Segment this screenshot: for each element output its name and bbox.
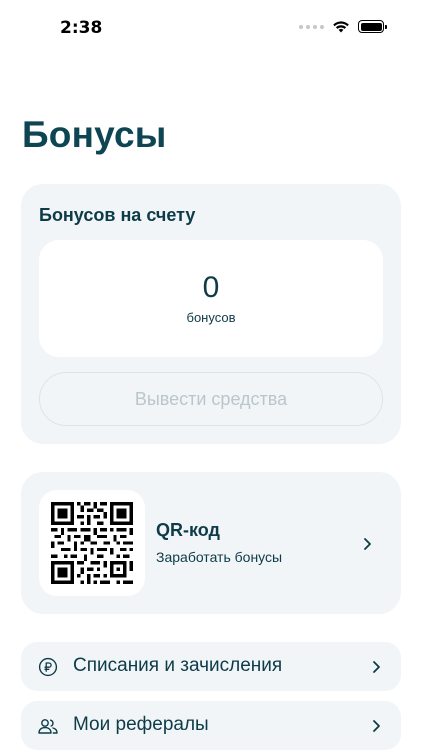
- qr-thumbnail: [39, 490, 145, 596]
- page-title: Бонусы: [22, 114, 167, 155]
- bonus-balance-box: 0 бонусов: [39, 240, 383, 357]
- menu-item-label: Списания и зачисления: [73, 655, 283, 676]
- bonus-balance-card: Бонусов на счету 0 бонусов Вывести средс…: [21, 184, 401, 444]
- menu-item-referrals[interactable]: Мои рефералы: [21, 701, 401, 750]
- qr-code-icon: [51, 502, 133, 584]
- menu-item-label: Мои рефералы: [73, 714, 209, 735]
- ruble-coin-icon: [37, 656, 59, 678]
- qr-code-card[interactable]: QR-код Заработать бонусы: [21, 472, 401, 614]
- bonuses-screen: 2:38 Бонусы Бонусов на счету 0 бонусов В…: [0, 0, 422, 750]
- status-indicators: [299, 20, 387, 33]
- bonus-unit: бонусов: [186, 309, 236, 325]
- wifi-icon: [333, 21, 349, 33]
- withdraw-button[interactable]: Вывести средства: [39, 372, 383, 426]
- qr-card-title: QR-код: [156, 520, 220, 540]
- qr-card-subtitle: Заработать бонусы: [156, 549, 283, 565]
- status-bar: 2:38: [0, 0, 422, 56]
- cellular-signal-icon: [299, 24, 324, 29]
- status-time: 2:38: [60, 18, 103, 38]
- bonus-card-title: Бонусов на счету: [39, 205, 196, 225]
- users-icon: [37, 715, 59, 737]
- chevron-right-icon: [371, 660, 381, 674]
- menu-item-transactions[interactable]: Списания и зачисления: [21, 642, 401, 691]
- chevron-right-icon: [362, 537, 372, 551]
- chevron-right-icon: [371, 719, 381, 733]
- bonus-value: 0: [202, 270, 220, 304]
- battery-icon: [358, 20, 387, 33]
